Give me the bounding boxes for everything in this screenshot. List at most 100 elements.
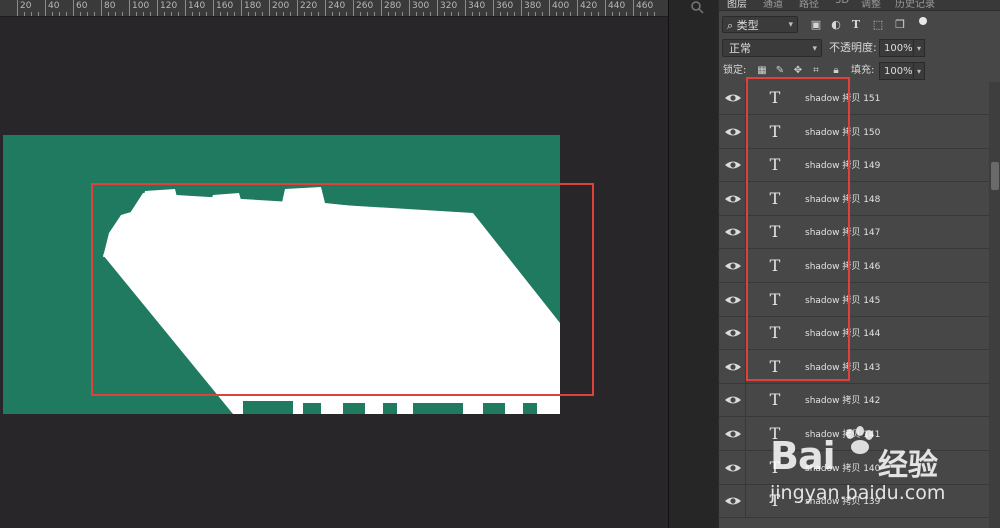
opacity-dropdown-button[interactable]: ▾ — [913, 39, 925, 57]
ruler-label: 460 — [636, 1, 654, 11]
layer-name[interactable]: shadow 拷贝 141 — [805, 427, 880, 440]
ruler-label: 300 — [412, 1, 430, 11]
layer-name[interactable]: shadow 拷贝 140 — [805, 461, 880, 474]
tab-3d[interactable]: 3D — [835, 0, 849, 6]
ruler-minor-tick — [535, 12, 536, 16]
fill-dropdown-button[interactable]: ▾ — [913, 62, 925, 80]
type-layer-icon: T — [769, 424, 781, 443]
visibility-toggle[interactable] — [719, 485, 746, 518]
chevron-down-icon: ▾ — [788, 20, 793, 30]
eye-icon — [725, 464, 741, 472]
eye-icon — [725, 329, 741, 337]
lock-label: 锁定: — [723, 65, 747, 76]
ruler-minor-tick — [227, 12, 228, 16]
type-layer-icon: T — [769, 457, 781, 477]
layer-row[interactable]: Tshadow 拷贝 141 — [719, 418, 989, 451]
visibility-toggle[interactable] — [719, 350, 746, 383]
layer-row[interactable]: Tshadow 拷贝 139 — [719, 485, 989, 519]
visibility-toggle[interactable] — [719, 317, 746, 350]
image-filter-icon[interactable]: ▣ — [809, 18, 823, 32]
ruler-minor-tick — [402, 12, 403, 16]
blend-mode-dropdown[interactable]: 正常 ▾ — [722, 39, 822, 57]
visibility-toggle[interactable] — [719, 418, 746, 450]
tab-paths[interactable]: 路径 — [799, 0, 819, 10]
eye-icon — [725, 128, 741, 136]
ruler-minor-tick — [654, 12, 655, 16]
visibility-toggle[interactable] — [719, 82, 746, 114]
ruler-tick — [493, 0, 494, 16]
ruler-minor-tick — [458, 12, 459, 16]
ruler-minor-tick — [136, 12, 137, 16]
ruler-minor-tick — [430, 12, 431, 16]
ruler-label: 280 — [384, 1, 402, 11]
type-layer-icon: T — [769, 491, 781, 511]
letter-gap-7 — [523, 403, 537, 414]
ruler-minor-tick — [220, 12, 221, 16]
scrollbar-thumb[interactable] — [991, 162, 999, 190]
layer-name[interactable]: shadow 拷贝 139 — [805, 494, 880, 507]
ruler-tick — [437, 0, 438, 16]
visibility-toggle[interactable] — [719, 283, 746, 316]
ruler-tick — [605, 0, 606, 16]
visibility-toggle[interactable] — [719, 216, 746, 249]
eye-icon — [725, 430, 741, 438]
ruler-label: 440 — [608, 1, 626, 11]
ruler-tick — [73, 0, 74, 16]
ruler-minor-tick — [59, 12, 60, 16]
letter-gap-3 — [343, 403, 365, 414]
filter-kind-dropdown[interactable]: ⌕ 类型 ▾ — [722, 16, 798, 33]
ruler-tick — [17, 0, 18, 16]
ruler-minor-tick — [283, 12, 284, 16]
ruler-minor-tick — [164, 12, 165, 16]
visibility-toggle[interactable] — [719, 115, 746, 148]
ruler-minor-tick — [290, 12, 291, 16]
ruler-label: 360 — [496, 1, 514, 11]
eye-icon — [725, 396, 741, 404]
search-icon[interactable] — [690, 0, 706, 14]
horizontal-ruler: 20 40 60 80 100 120 140 160 180 200 220 240 260 280 30… — [0, 0, 668, 17]
ruler-minor-tick — [171, 12, 172, 16]
ruler-minor-tick — [262, 12, 263, 16]
tab-channels[interactable]: 通道 — [763, 0, 783, 10]
shape-filter-icon[interactable]: ⬚ — [871, 18, 885, 32]
layer-row[interactable]: Tshadow 拷贝 142 — [719, 384, 989, 418]
tab-history[interactable]: 历史记录 — [895, 0, 935, 10]
ruler-minor-tick — [500, 12, 501, 16]
ruler-minor-tick — [563, 12, 564, 16]
eye-icon — [725, 363, 741, 371]
smart-object-filter-icon[interactable]: ❐ — [893, 18, 907, 32]
ruler-minor-tick — [52, 12, 53, 16]
ruler-minor-tick — [339, 12, 340, 16]
visibility-toggle[interactable] — [719, 384, 746, 417]
panel-collapse-strip — [668, 0, 719, 528]
tab-adjustments[interactable]: 调整 — [861, 0, 881, 10]
layers-scrollbar[interactable] — [989, 82, 1000, 528]
ruler-tick — [297, 0, 298, 16]
visibility-toggle[interactable] — [719, 250, 746, 282]
eye-icon — [725, 497, 741, 505]
adjustment-filter-icon[interactable]: ◐ — [829, 18, 843, 32]
blend-mode-value: 正常 — [729, 42, 751, 55]
visibility-toggle[interactable] — [719, 149, 746, 182]
ruler-minor-tick — [332, 12, 333, 16]
layer-name[interactable]: shadow 拷贝 142 — [805, 393, 880, 406]
filter-toggle-icon[interactable] — [919, 17, 927, 25]
ruler-minor-tick — [584, 12, 585, 16]
visibility-toggle[interactable] — [719, 182, 746, 215]
ruler-minor-tick — [108, 12, 109, 16]
ruler-minor-tick — [276, 12, 277, 16]
ruler-minor-tick — [612, 12, 613, 16]
ruler-minor-tick — [451, 12, 452, 16]
ruler-minor-tick — [31, 12, 32, 16]
tab-layers[interactable]: 图层 — [727, 0, 747, 10]
visibility-toggle[interactable] — [719, 451, 746, 484]
type-filter-icon[interactable]: T — [849, 18, 863, 32]
ruler-minor-tick — [472, 12, 473, 16]
ruler-minor-tick — [255, 12, 256, 16]
ruler-minor-tick — [150, 12, 151, 16]
ruler-minor-tick — [528, 12, 529, 16]
ruler-label: 60 — [76, 1, 88, 11]
layer-row[interactable]: Tshadow 拷贝 140 — [719, 451, 989, 485]
ruler-minor-tick — [374, 12, 375, 16]
ruler-minor-tick — [395, 12, 396, 16]
